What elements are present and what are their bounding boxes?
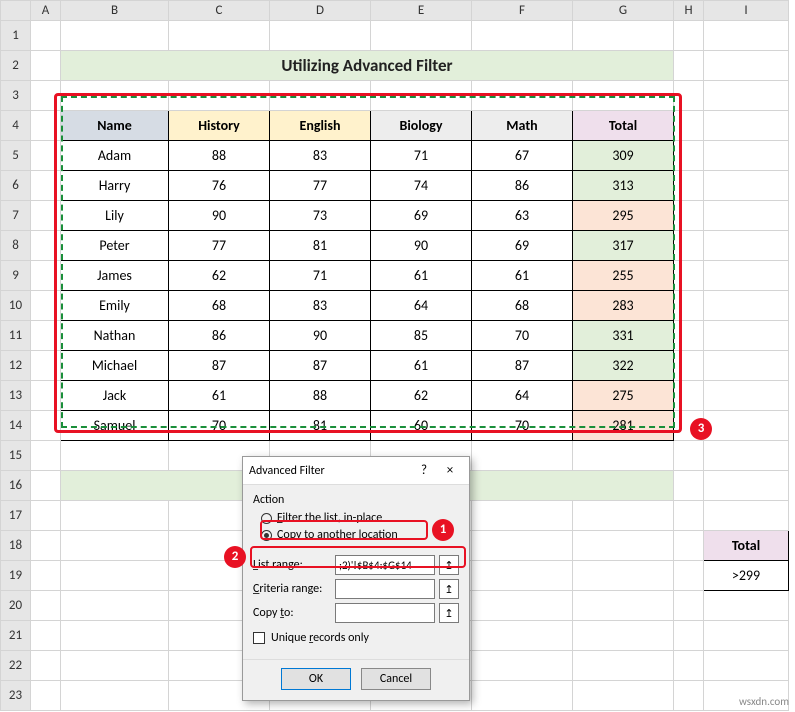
watermark: wsxdn.com	[739, 695, 789, 708]
callout-1: 1	[432, 519, 454, 541]
row-head-13[interactable]: 13	[1, 381, 31, 411]
copy-to-input[interactable]	[335, 603, 435, 623]
row-head-12[interactable]: 12	[1, 351, 31, 381]
help-button[interactable]: ?	[411, 463, 437, 478]
row-head-18[interactable]: 18	[1, 531, 31, 561]
col-head-H[interactable]: H	[674, 1, 704, 21]
col-head-G[interactable]: G	[573, 1, 674, 21]
row-head-20[interactable]: 20	[1, 591, 31, 621]
col-head-I[interactable]: I	[704, 1, 789, 21]
callout-2: 2	[224, 546, 246, 568]
callout-3: 3	[690, 418, 712, 440]
th-name[interactable]: Name	[61, 111, 169, 141]
th-math[interactable]: Math	[472, 111, 573, 141]
dialog-title: Advanced Filter	[249, 464, 411, 478]
cell[interactable]: 88	[169, 141, 270, 171]
list-range-input[interactable]: ;2)'!$B$4:$G$14	[335, 555, 435, 575]
row-head-3[interactable]: 3	[1, 81, 31, 111]
th-biology[interactable]: Biology	[371, 111, 472, 141]
cell-total[interactable]: 309	[573, 141, 674, 171]
col-head-B[interactable]: B	[61, 1, 169, 21]
row-head-22[interactable]: 22	[1, 651, 31, 681]
copy-to-label: Copy to:	[253, 606, 331, 620]
radio-filter-inplace[interactable]	[261, 513, 272, 524]
criteria-header[interactable]: Total	[704, 531, 789, 561]
cancel-button[interactable]: Cancel	[361, 668, 431, 690]
radio-copy-location-label: Copy to another location	[277, 528, 398, 542]
unique-records-checkbox[interactable]	[253, 632, 265, 644]
radio-copy-location[interactable]	[261, 530, 272, 541]
ok-button[interactable]: OK	[281, 668, 351, 690]
col-head-E[interactable]: E	[371, 1, 472, 21]
select-all-cell[interactable]	[1, 1, 31, 21]
criteria-range-label: Criteria range:	[253, 582, 331, 596]
row-head-14[interactable]: 14	[1, 411, 31, 441]
row-head-2[interactable]: 2	[1, 51, 31, 81]
row-head-23[interactable]: 23	[1, 681, 31, 711]
row-head-7[interactable]: 7	[1, 201, 31, 231]
col-head-C[interactable]: C	[169, 1, 270, 21]
row-head-16[interactable]: 16	[1, 471, 31, 501]
row-head-5[interactable]: 5	[1, 141, 31, 171]
col-head-A[interactable]: A	[31, 1, 61, 21]
cell[interactable]: 71	[371, 141, 472, 171]
advanced-filter-dialog: Advanced Filter ? × Action Filter the li…	[242, 456, 470, 701]
th-english[interactable]: English	[270, 111, 371, 141]
radio-filter-inplace-label: Filter the list, in-place	[277, 511, 382, 525]
col-head-D[interactable]: D	[270, 1, 371, 21]
th-history[interactable]: History	[169, 111, 270, 141]
row-head-21[interactable]: 21	[1, 621, 31, 651]
close-button[interactable]: ×	[437, 463, 463, 478]
row-head-9[interactable]: 9	[1, 261, 31, 291]
row-head-19[interactable]: 19	[1, 561, 31, 591]
row-head-11[interactable]: 11	[1, 321, 31, 351]
col-head-F[interactable]: F	[472, 1, 573, 21]
criteria-range-picker[interactable]: ↥	[439, 579, 459, 599]
list-range-picker[interactable]: ↥	[439, 555, 459, 575]
unique-records-label: Unique records only	[271, 631, 369, 645]
row-head-17[interactable]: 17	[1, 501, 31, 531]
cell-name[interactable]: Adam	[61, 141, 169, 171]
row-head-10[interactable]: 10	[1, 291, 31, 321]
action-label: Action	[253, 493, 459, 507]
criteria-value[interactable]: >299	[704, 561, 789, 591]
copy-to-picker[interactable]: ↥	[439, 603, 459, 623]
row-head-4[interactable]: 4	[1, 111, 31, 141]
row-head-15[interactable]: 15	[1, 441, 31, 471]
row-head-1[interactable]: 1	[1, 21, 31, 51]
row-head-6[interactable]: 6	[1, 171, 31, 201]
cell[interactable]: 67	[472, 141, 573, 171]
page-title: Utilizing Advanced Filter	[61, 51, 674, 81]
th-total[interactable]: Total	[573, 111, 674, 141]
list-range-label: List range:	[253, 558, 331, 572]
row-head-8[interactable]: 8	[1, 231, 31, 261]
criteria-range-input[interactable]	[335, 579, 435, 599]
cell-name[interactable]: Harry	[61, 171, 169, 201]
cell[interactable]: 83	[270, 141, 371, 171]
